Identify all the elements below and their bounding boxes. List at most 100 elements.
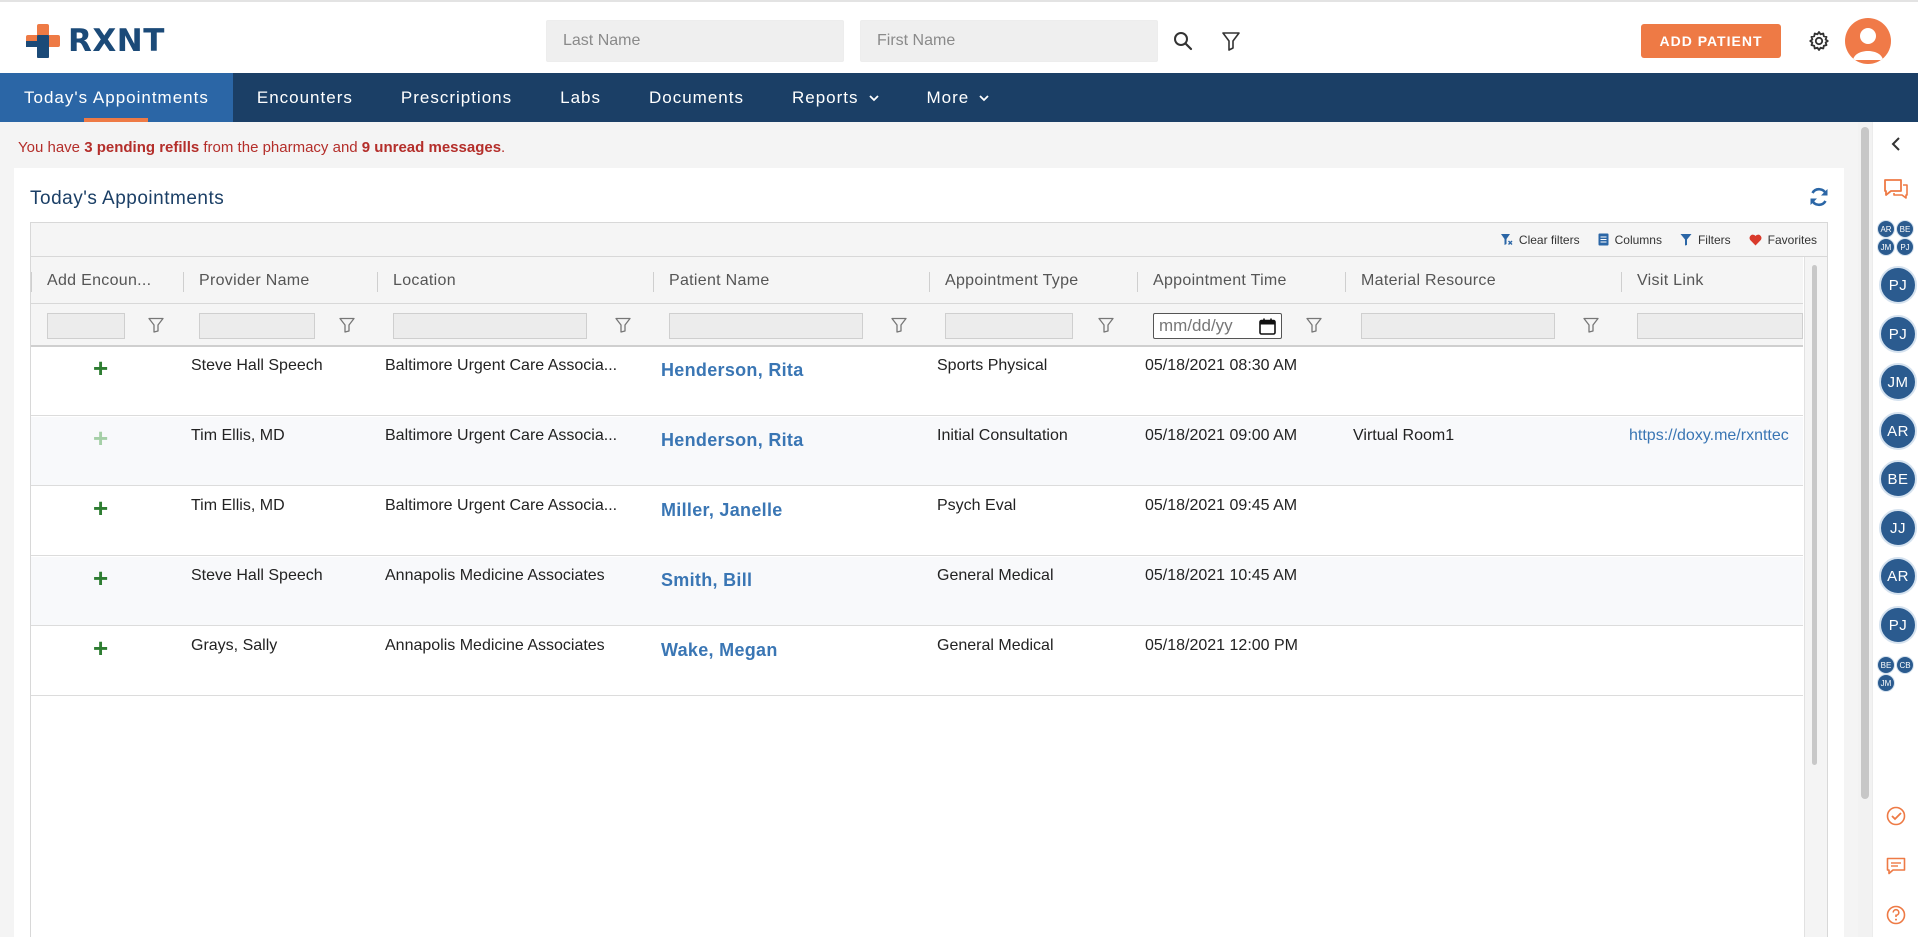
column-header-material-resource[interactable]: Material Resource: [1345, 257, 1621, 304]
add-encounter-icon[interactable]: +: [93, 355, 108, 381]
provider-cell: Grays, Sally: [191, 637, 278, 654]
calendar-icon[interactable]: [1259, 318, 1276, 335]
filter-icon[interactable]: [1098, 317, 1114, 333]
filter-icon[interactable]: [148, 317, 164, 333]
chat-avatar[interactable]: PJ: [1879, 266, 1917, 304]
filters-button[interactable]: Filters: [1680, 233, 1731, 247]
columns-label: Columns: [1614, 232, 1662, 247]
add-encounter-filter-input[interactable]: [47, 313, 125, 339]
table-row[interactable]: + Grays, Sally Annapolis Medicine Associ…: [31, 627, 1803, 696]
group-avatar[interactable]: JM: [1877, 674, 1895, 692]
add-encounter-icon[interactable]: +: [93, 635, 108, 661]
group-avatar[interactable]: JM: [1877, 238, 1895, 256]
group-avatar[interactable]: PJ: [1896, 238, 1914, 256]
nav-prescriptions[interactable]: Prescriptions: [377, 73, 536, 122]
nav-encounters[interactable]: Encounters: [233, 73, 377, 122]
columns-button[interactable]: Columns: [1598, 233, 1662, 247]
nav-todays-appointments[interactable]: Today's Appointments: [0, 73, 233, 122]
column-header-appointment-time[interactable]: Appointment Time: [1137, 257, 1345, 304]
provider-filter-input[interactable]: [199, 313, 315, 339]
patient-name-link[interactable]: Henderson, Rita: [661, 360, 923, 381]
appointment-time-cell: 05/18/2021 08:30 AM: [1145, 357, 1298, 374]
filter-icon[interactable]: [339, 317, 355, 333]
add-encounter-icon[interactable]: +: [93, 495, 108, 521]
last-name-input[interactable]: [546, 20, 844, 62]
message-icon[interactable]: [1884, 854, 1908, 878]
user-avatar[interactable]: [1845, 18, 1891, 64]
nav-labs[interactable]: Labs: [536, 73, 625, 122]
add-encounter-icon[interactable]: +: [93, 565, 108, 591]
visit-link-filter-input[interactable]: [1637, 313, 1803, 339]
material-resource-filter-input[interactable]: [1361, 313, 1555, 339]
date-placeholder: mm/dd/yy: [1159, 316, 1233, 335]
column-header-provider-name[interactable]: Provider Name: [183, 257, 377, 304]
group-avatar[interactable]: BE: [1877, 656, 1895, 674]
clear-filters-button[interactable]: Clear filters: [1500, 233, 1580, 247]
column-header-patient-name[interactable]: Patient Name: [653, 257, 929, 304]
table-row[interactable]: + Steve Hall Speech Baltimore Urgent Car…: [31, 347, 1803, 416]
notice-prefix: You have: [18, 139, 85, 156]
chat-avatar[interactable]: AR: [1879, 412, 1917, 450]
group-avatar[interactable]: BE: [1896, 220, 1914, 238]
chevron-left-icon[interactable]: [1886, 134, 1906, 154]
chat-avatar[interactable]: JM: [1879, 363, 1917, 401]
group-avatar[interactable]: CB: [1896, 656, 1914, 674]
patient-name-link[interactable]: Wake, Megan: [661, 640, 923, 661]
column-header-visit-link[interactable]: Visit Link: [1621, 257, 1803, 304]
column-header-location[interactable]: Location: [377, 257, 653, 304]
nav-reports[interactable]: Reports: [768, 73, 903, 122]
filter-icon[interactable]: [1306, 317, 1322, 333]
main-nav: Today's Appointments Encounters Prescrip…: [0, 73, 1918, 122]
chat-avatar[interactable]: BE: [1879, 460, 1917, 498]
nav-label: Documents: [649, 87, 744, 107]
filter-icon[interactable]: [615, 317, 631, 333]
favorites-button[interactable]: Favorites: [1749, 233, 1817, 247]
appointment-type-filter-input[interactable]: [945, 313, 1073, 339]
appointment-type-cell: Initial Consultation: [937, 427, 1068, 444]
first-name-input[interactable]: [860, 20, 1158, 62]
patient-name-filter-input[interactable]: [669, 313, 863, 339]
rxnt-logo[interactable]: RXNT: [24, 21, 165, 61]
column-header-appointment-type[interactable]: Appointment Type: [929, 257, 1137, 304]
notifications-notice: You have 3 pending refills from the phar…: [18, 139, 505, 156]
location-cell: Annapolis Medicine Associates: [385, 567, 605, 584]
chat-bubbles-icon[interactable]: [1882, 176, 1910, 202]
group-avatar[interactable]: AR: [1877, 220, 1895, 238]
add-patient-button[interactable]: ADD PATIENT: [1641, 24, 1781, 58]
nav-documents[interactable]: Documents: [625, 73, 768, 122]
nav-more[interactable]: More: [903, 73, 1014, 122]
filter-icon[interactable]: [1218, 28, 1244, 54]
table-row[interactable]: + Steve Hall Speech Annapolis Medicine A…: [31, 557, 1803, 626]
visit-link[interactable]: https://doxy.me/rxnttec: [1629, 427, 1803, 445]
help-icon[interactable]: [1884, 903, 1908, 927]
page-scroll-thumb[interactable]: [1861, 127, 1869, 799]
chat-avatar[interactable]: JJ: [1879, 509, 1917, 547]
columns-icon: [1598, 233, 1609, 246]
patient-name-link[interactable]: Smith, Bill: [661, 570, 923, 591]
filter-icon[interactable]: [1583, 317, 1599, 333]
nav-label: Prescriptions: [400, 87, 513, 107]
table-row[interactable]: + Tim Ellis, MD Baltimore Urgent Care As…: [31, 417, 1803, 486]
unread-messages-link[interactable]: 9 unread messages: [362, 139, 501, 156]
panel-title: Today's Appointments: [30, 188, 225, 209]
refresh-icon[interactable]: [1808, 186, 1830, 213]
patient-name-link[interactable]: Miller, Janelle: [661, 500, 923, 521]
appointment-type-cell: Psych Eval: [937, 497, 1017, 514]
check-circle-icon[interactable]: [1884, 804, 1908, 828]
filter-icon[interactable]: [891, 317, 907, 333]
location-filter-input[interactable]: [393, 313, 587, 339]
table-row[interactable]: + Tim Ellis, MD Baltimore Urgent Care As…: [31, 487, 1803, 556]
pending-refills-link[interactable]: 3 pending refills: [84, 139, 199, 156]
gear-icon[interactable]: [1806, 28, 1832, 54]
chat-avatar[interactable]: AR: [1879, 557, 1917, 595]
column-header-add-encounter[interactable]: Add Encoun...: [31, 257, 183, 304]
clear-filters-label: Clear filters: [1518, 232, 1580, 247]
appointment-time-date-input[interactable]: mm/dd/yy: [1153, 313, 1282, 339]
chat-avatar[interactable]: PJ: [1879, 315, 1917, 353]
chevron-down-icon: [979, 94, 989, 101]
grid-scroll-thumb[interactable]: [1812, 265, 1817, 765]
nav-label: Today's Appointments: [24, 87, 209, 107]
search-icon[interactable]: [1170, 28, 1196, 54]
chat-avatar[interactable]: PJ: [1879, 606, 1917, 644]
patient-name-link[interactable]: Henderson, Rita: [661, 430, 923, 451]
